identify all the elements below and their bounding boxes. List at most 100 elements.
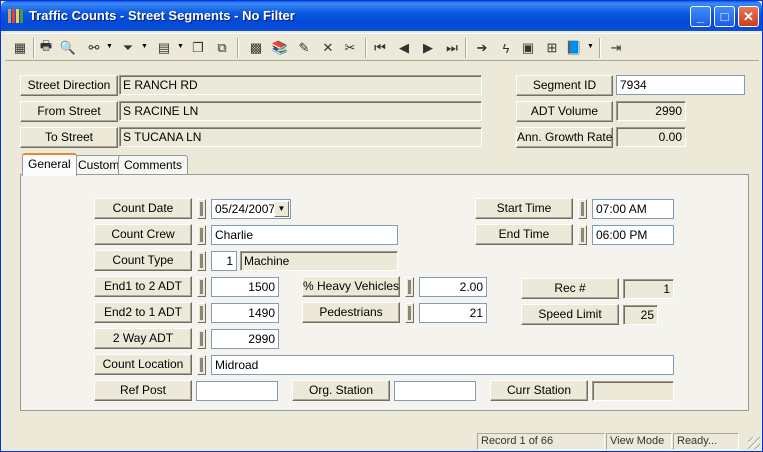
start-time-field[interactable]: 07:00 AM: [592, 199, 674, 219]
rec-num-field: 1: [623, 279, 674, 299]
books-stack-icon[interactable]: 📘: [563, 37, 585, 59]
grid-icon[interactable]: ▩: [245, 37, 267, 59]
end1-to-2-adt-field[interactable]: 1500: [211, 277, 279, 297]
lightning-icon[interactable]: ϟ: [495, 37, 517, 59]
books-icon[interactable]: 📚: [269, 37, 291, 59]
status-state: Ready...: [673, 433, 739, 450]
start-time-button[interactable]: Start Time: [475, 198, 573, 219]
copy-icon[interactable]: ❐: [187, 37, 209, 59]
start-time-indicator[interactable]: [578, 199, 587, 219]
org-station-button[interactable]: Org. Station: [292, 380, 390, 401]
count-type-name-field: Machine: [240, 251, 398, 271]
segment-id-field[interactable]: 7934: [616, 75, 745, 95]
street-direction-button[interactable]: Street Direction: [20, 75, 118, 96]
books-dropdown-icon[interactable]: ▼: [587, 43, 594, 50]
count-date-button[interactable]: Count Date: [94, 198, 192, 219]
count-type-code-field[interactable]: 1: [211, 251, 237, 271]
count-location-field[interactable]: Midroad: [211, 355, 674, 375]
close-button[interactable]: ✕: [738, 6, 759, 27]
ann-growth-rate-button[interactable]: Ann. Growth Rate: [516, 127, 613, 148]
heavy-vehicles-field[interactable]: 2.00: [419, 277, 487, 297]
count-type-indicator[interactable]: [197, 251, 206, 271]
binoculars-icon[interactable]: ⚯: [83, 37, 105, 59]
pedestrians-indicator[interactable]: [405, 303, 414, 323]
two-way-adt-field[interactable]: 2990: [211, 329, 279, 349]
edit-pencil-icon[interactable]: ✎: [293, 37, 315, 59]
minimize-button[interactable]: _: [690, 6, 711, 27]
report-dropdown-icon[interactable]: ▼: [177, 43, 184, 50]
heavy-vehicles-button[interactable]: % Heavy Vehicles: [302, 276, 400, 297]
status-record: Record 1 of 66: [477, 433, 605, 450]
print-icon[interactable]: 🖶: [35, 37, 57, 59]
status-bar: Record 1 of 66 View Mode Ready...: [1, 431, 762, 451]
cut-icon[interactable]: ✂: [339, 37, 361, 59]
end1-to-2-adt-button[interactable]: End1 to 2 ADT: [94, 276, 192, 297]
from-street-button[interactable]: From Street: [20, 101, 118, 122]
curr-station-field: [592, 381, 674, 401]
end-time-button[interactable]: End Time: [475, 224, 573, 245]
speed-limit-field: 25: [623, 305, 658, 325]
segment-id-button[interactable]: Segment ID: [516, 75, 613, 96]
count-type-button[interactable]: Count Type: [94, 250, 192, 271]
chevron-down-icon[interactable]: ▼: [274, 201, 289, 217]
count-date-indicator[interactable]: [197, 199, 206, 219]
adt-volume-field: 2990: [616, 101, 686, 121]
next-record-icon[interactable]: ▶: [417, 37, 439, 59]
tab-general[interactable]: General: [22, 153, 77, 176]
end1-to-2-indicator[interactable]: [197, 277, 206, 297]
resize-grip-icon[interactable]: [748, 437, 760, 449]
end-time-indicator[interactable]: [578, 225, 587, 245]
count-crew-field[interactable]: Charlie: [211, 225, 398, 245]
ref-post-field[interactable]: [196, 381, 278, 401]
ref-post-button[interactable]: Ref Post: [94, 380, 192, 401]
to-street-field: S TUCANA LN: [119, 127, 482, 147]
from-street-field: S RACINE LN: [119, 101, 482, 121]
report-icon[interactable]: ▤: [153, 37, 175, 59]
org-station-field[interactable]: [394, 381, 476, 401]
status-mode: View Mode: [606, 433, 672, 450]
maximize-button[interactable]: □: [714, 6, 735, 27]
filter-icon[interactable]: ⏷: [117, 37, 139, 59]
end2-to-1-indicator[interactable]: [197, 303, 206, 323]
delete-icon[interactable]: ✕: [317, 37, 339, 59]
window-title: Traffic Counts - Street Segments - No Fi…: [29, 8, 295, 23]
pedestrians-field[interactable]: 21: [419, 303, 487, 323]
count-location-button[interactable]: Count Location: [94, 354, 192, 375]
count-date-value: 05/24/2007: [215, 202, 276, 216]
rec-num-button[interactable]: Rec #: [521, 278, 619, 299]
count-date-combo[interactable]: 05/24/2007 ▼: [211, 199, 291, 219]
tree-icon[interactable]: ⊞: [541, 37, 563, 59]
street-direction-field: E RANCH RD: [119, 75, 482, 95]
count-location-indicator[interactable]: [197, 355, 206, 375]
app-window: Traffic Counts - Street Segments - No Fi…: [0, 0, 763, 452]
tab-comments[interactable]: Comments: [118, 155, 189, 175]
two-way-adt-indicator[interactable]: [197, 329, 206, 349]
exit-icon[interactable]: ⇥: [605, 37, 627, 59]
title-bar[interactable]: Traffic Counts - Street Segments - No Fi…: [1, 1, 762, 31]
end-time-field[interactable]: 06:00 PM: [592, 225, 674, 245]
heavy-vehicles-indicator[interactable]: [405, 277, 414, 297]
end2-to-1-adt-button[interactable]: End2 to 1 ADT: [94, 302, 192, 323]
curr-station-button[interactable]: Curr Station: [490, 380, 588, 401]
print-preview-icon[interactable]: 🔍: [57, 37, 79, 59]
app-icon: [8, 9, 23, 23]
count-crew-button[interactable]: Count Crew: [94, 224, 192, 245]
adt-volume-button[interactable]: ADT Volume: [516, 101, 613, 122]
calculator-icon[interactable]: ▣: [517, 37, 539, 59]
to-street-button[interactable]: To Street: [20, 127, 118, 148]
goto-arrow-icon[interactable]: ➔: [471, 37, 493, 59]
paste-icon[interactable]: ⧉: [211, 37, 233, 59]
ann-growth-rate-field: 0.00: [616, 127, 686, 147]
two-way-adt-button[interactable]: 2 Way ADT: [94, 328, 192, 349]
first-record-icon[interactable]: ⏮: [369, 37, 391, 59]
new-record-icon[interactable]: ▦: [9, 37, 31, 59]
end2-to-1-adt-field[interactable]: 1490: [211, 303, 279, 323]
speed-limit-button[interactable]: Speed Limit: [521, 304, 619, 325]
toolbar: ▦ 🖶 🔍 ⚯ ▼ ⏷ ▼ ▤ ▼ ❐ ⧉ ▩ 📚 ✎ ✕ ✂ ⏮ ◀ ▶ ⏭ …: [5, 33, 759, 61]
binoculars-dropdown-icon[interactable]: ▼: [106, 43, 113, 50]
count-crew-indicator[interactable]: [197, 225, 206, 245]
pedestrians-button[interactable]: Pedestrians: [302, 302, 400, 323]
filter-dropdown-icon[interactable]: ▼: [141, 43, 148, 50]
last-record-icon[interactable]: ⏭: [441, 37, 463, 59]
previous-record-icon[interactable]: ◀: [393, 37, 415, 59]
